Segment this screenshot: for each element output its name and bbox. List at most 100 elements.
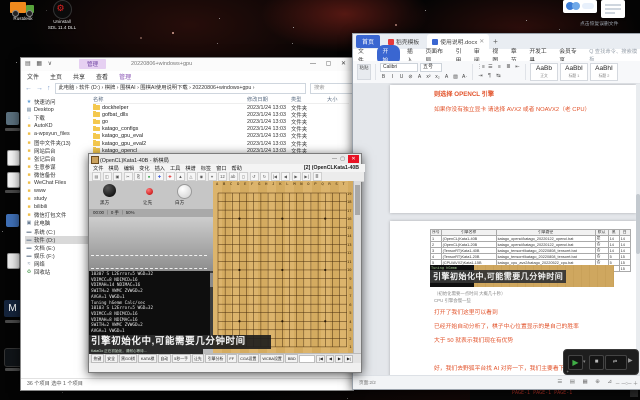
sidebar-item[interactable]: ■ 微信备份 <box>25 171 89 179</box>
go-menu-item[interactable]: 棋局 <box>108 165 118 172</box>
sidebar-item[interactable]: ■ 网站后台 <box>25 147 89 155</box>
breadcrumb[interactable]: 此电脑 › 软件 (D:) › 棋牌 › 围棋AI › 围棋AI使用说明下载 ›… <box>54 82 306 94</box>
paste-button[interactable]: 粘贴 <box>357 64 371 80</box>
desktop-icon-5[interactable] <box>7 253 20 269</box>
status-button[interactable]: WCBA设置 <box>259 354 285 363</box>
sidebar-item[interactable]: ■ study <box>25 195 89 203</box>
go-scrollbar[interactable] <box>353 181 361 353</box>
toolbar-icon[interactable]: |◀ <box>270 172 280 181</box>
toolbar-icon[interactable]: ab <box>228 172 238 181</box>
format-icon[interactable]: A· <box>461 74 468 81</box>
up-icon[interactable]: ↑ <box>47 85 51 92</box>
status-button[interactable]: BBD <box>285 354 299 363</box>
sidebar-item[interactable]: ↓ 下载 <box>25 114 89 122</box>
stop-button[interactable]: ■ <box>589 355 604 370</box>
toolbar-icon[interactable]: 12 <box>218 172 227 181</box>
toolbar-icon[interactable]: ▤ <box>92 172 101 181</box>
paragraph-icon[interactable]: ⇥ <box>477 73 484 80</box>
go-menu-item[interactable]: 插入 <box>155 165 165 172</box>
format-icon[interactable]: U <box>398 74 405 81</box>
view-mode-icons[interactable]: ☰ ▤ ▦ ⊕ ⊿ <box>557 379 615 385</box>
style-card[interactable]: AaBhI 标题 2 <box>590 63 618 81</box>
toolbar-icon[interactable]: ▣ <box>113 172 122 181</box>
format-icon[interactable]: x₂ <box>434 74 441 81</box>
sidebar-item[interactable]: ≈ 网络 <box>25 260 89 268</box>
toolbar-icon[interactable]: ◻ <box>239 172 248 181</box>
sidebar-item[interactable]: ▬ 软件 (D:) <box>25 235 89 244</box>
toolbar-icon[interactable]: ▶| <box>302 172 311 181</box>
column-type[interactable]: 类型 <box>291 96 327 103</box>
status-button[interactable]: FF <box>226 354 237 363</box>
toolbar-icon[interactable]: ✚ <box>165 172 175 181</box>
toolbar-icon[interactable]: ▲ <box>176 172 185 181</box>
sidebar-item[interactable]: ■ 微信打包文件 <box>25 211 89 219</box>
toolbar-icon[interactable]: ● <box>144 172 154 181</box>
desktop-icon-4[interactable] <box>6 214 19 227</box>
nav-button[interactable]: ▶| <box>344 354 354 363</box>
column-size[interactable]: 大小 <box>327 96 349 103</box>
sidebar-item[interactable]: ■ WeChat Files <box>25 179 89 187</box>
status-button[interactable]: 热键 <box>91 354 104 363</box>
engine-console[interactable]: 10307 S L2Error=5 WGD=32 VDIMCC=8 NDIMCD… <box>89 271 213 335</box>
paragraph-icon[interactable]: ☰ <box>487 64 494 71</box>
go-menu-item[interactable]: 帮助 <box>232 165 242 172</box>
ribbon-tab[interactable]: 共享 <box>73 72 85 81</box>
recovery-widget[interactable]: 点击恢复误删文件 <box>560 0 640 30</box>
ribbon-tab[interactable]: 文件 <box>27 72 39 81</box>
style-card[interactable]: AaBbI 标题 1 <box>560 63 588 81</box>
toolbar-icon[interactable]: ✂ <box>123 172 133 181</box>
go-menu-item[interactable]: 变化 <box>139 165 149 172</box>
desktop-icon-2[interactable] <box>7 150 20 166</box>
paragraph-icon[interactable]: ↹ <box>495 73 502 80</box>
desktop-icon-truck[interactable]: Rustdesk <box>8 0 38 22</box>
manage-context-chip[interactable]: 管理 <box>79 59 107 69</box>
sidebar-item[interactable]: ▬ 娱乐 (F:) <box>25 252 89 260</box>
ribbon-tab[interactable]: 主页 <box>50 72 62 81</box>
sidebar-item[interactable]: ▬ 系统 (C:) <box>25 228 89 236</box>
status-button[interactable]: 让先 <box>191 354 205 363</box>
window-controls[interactable]: — ▢ ✕ <box>310 60 350 67</box>
search-input[interactable]: 搜索 <box>310 82 357 94</box>
font-name-select[interactable]: Calibri <box>380 63 418 72</box>
status-button[interactable]: 5秒一手 <box>171 354 191 363</box>
status-button[interactable]: 安全 <box>104 354 118 363</box>
toolbar-icon[interactable]: ✚ <box>155 172 164 181</box>
next-icon[interactable]: ▶ <box>628 357 633 364</box>
nav-button[interactable]: |◀ <box>316 354 326 363</box>
status-button[interactable]: 自动 <box>157 354 171 363</box>
toolbar-icon[interactable]: ◫ <box>102 172 112 181</box>
minimize-button[interactable]: — <box>332 156 337 162</box>
document-canvas[interactable]: 则选择 OPENCL 引擎 如果你没有独立显卡 请选择 AVX2 或者 NOAV… <box>353 83 640 376</box>
quick-access-toolbar-icons[interactable]: ▤ ▦ ∨ <box>25 60 54 67</box>
format-icon[interactable]: x² <box>425 74 432 81</box>
paragraph-icon[interactable]: ¶ <box>486 73 493 80</box>
shuffle-button[interactable]: ⇄ <box>605 355 627 370</box>
format-icon[interactable]: I <box>389 74 396 81</box>
font-size-select[interactable]: 五号 <box>420 63 442 72</box>
sidebar-item[interactable]: ▬ 文档 (E:) <box>25 244 89 252</box>
toolbar-icon[interactable]: ⌖ <box>207 172 217 181</box>
toolbar-icon[interactable]: ▶ <box>291 172 301 181</box>
wps-scrollbar[interactable] <box>636 84 640 374</box>
format-icon[interactable]: ⊘ <box>407 74 414 81</box>
sidebar-item[interactable]: ■ AutoKD <box>25 122 89 130</box>
desktop-icon-uninstaller[interactable]: ⚙ Uninstall SDL 11.4 DLL <box>46 0 78 30</box>
media-control-bar[interactable]: ▶ ▾ ■ ⇄ ▶ ✦ <box>563 349 639 375</box>
paragraph-icon[interactable]: ≡ <box>496 64 503 71</box>
sidebar-item[interactable]: ■ 张记后台 <box>25 155 89 163</box>
go-board[interactable]: A B C D E F G H J K L M N O P Q R S T 19… <box>213 181 353 353</box>
desktop-icon-m[interactable]: M <box>4 300 21 317</box>
toolbar-icon[interactable]: ◉ <box>197 172 206 181</box>
nav-button[interactable]: ◀ <box>326 354 335 363</box>
close-button[interactable]: ✕ <box>348 155 359 163</box>
maximize-button[interactable]: ▢ <box>340 156 345 162</box>
paragraph-icon[interactable]: ⋮≡ <box>477 64 485 71</box>
sidebar-item[interactable]: ▣ 此电脑 <box>25 219 89 227</box>
zoom-controls[interactable]: － ─○─ ＋ <box>615 380 638 387</box>
play-button[interactable]: ▶ <box>568 355 583 370</box>
column-name[interactable]: 名称 <box>93 96 247 103</box>
status-button[interactable]: 引擎分析 <box>205 354 226 363</box>
toolbar-icon[interactable]: ↺ <box>249 172 259 181</box>
toolbar-icon[interactable]: ◀ <box>281 172 290 181</box>
toolbar-icon[interactable]: ≣ <box>312 172 322 181</box>
